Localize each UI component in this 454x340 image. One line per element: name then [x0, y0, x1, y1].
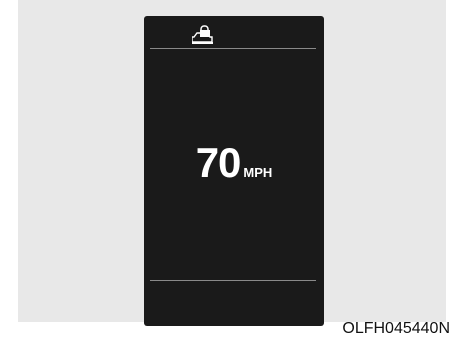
bottom-divider [150, 280, 316, 281]
speed-value: 70 [195, 139, 242, 186]
figure-code: OLFH045440N [342, 320, 450, 337]
speed-readout: 70 MPH [144, 139, 324, 187]
cluster-display: 70 MPH [144, 16, 324, 326]
vehicle-with-lock-icon [191, 25, 216, 45]
top-divider [150, 48, 316, 49]
speed-unit: MPH [243, 165, 273, 180]
